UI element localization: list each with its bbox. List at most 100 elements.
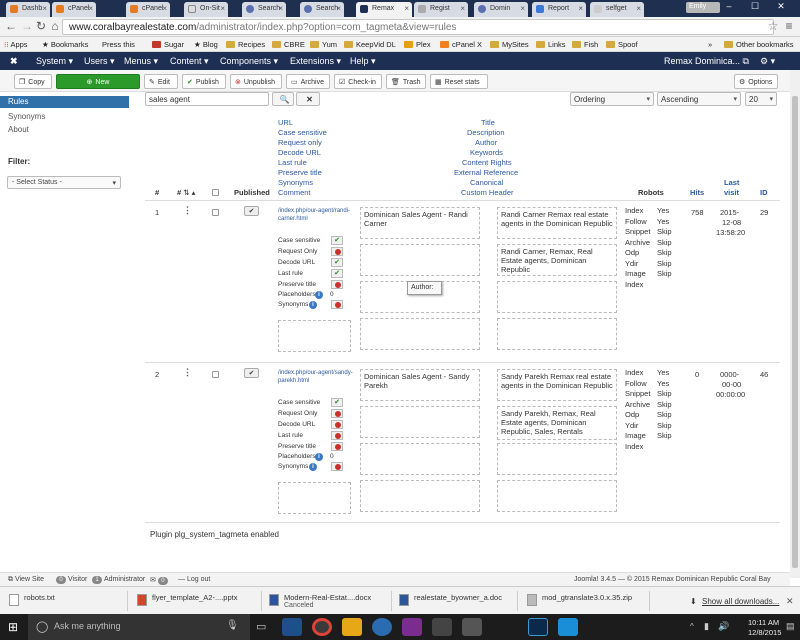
limit-select[interactable]: 20 ▾: [745, 92, 777, 106]
menu-system[interactable]: System ▾: [36, 56, 73, 67]
network-icon[interactable]: ▮: [704, 621, 709, 632]
row-checkbox[interactable]: [212, 209, 219, 216]
url-link[interactable]: /index.php/our-agent/randi-carner.html: [278, 207, 356, 223]
menu-users[interactable]: Users ▾: [84, 56, 115, 67]
published-toggle[interactable]: ✔: [244, 368, 259, 378]
col-sort[interactable]: # ⇅ ▴: [177, 188, 195, 197]
custom-header-field[interactable]: [497, 480, 617, 512]
chrome-icon[interactable]: [312, 618, 332, 636]
bookmark-cbre[interactable]: CBRE: [272, 40, 305, 49]
reset-stats-button[interactable]: ▦ Reset stats: [430, 74, 488, 89]
content-rights-field[interactable]: [360, 443, 480, 475]
bookmark-star-icon[interactable]: ☆: [766, 19, 780, 33]
close-tab-icon[interactable]: ×: [404, 4, 409, 13]
sort-hits[interactable]: Hits: [690, 188, 704, 197]
sidebar-item-about[interactable]: About: [8, 125, 29, 134]
bookmark-press-this[interactable]: Press this: [102, 40, 135, 49]
sort-case-sensitive[interactable]: Case sensitive: [278, 128, 327, 137]
settings-app-icon[interactable]: [558, 618, 578, 636]
author-field[interactable]: [360, 244, 480, 276]
back-icon[interactable]: ←: [4, 19, 18, 33]
sort-last-visit-1[interactable]: Last: [724, 178, 739, 187]
show-all-downloads-link[interactable]: Show all downloads...: [702, 597, 779, 606]
sort-comment[interactable]: Comment: [278, 188, 311, 197]
case-sensitive-toggle[interactable]: ✔: [331, 236, 343, 245]
drag-handle-icon[interactable]: ⋮: [183, 205, 192, 216]
ordering-select[interactable]: Ordering ▾: [570, 92, 654, 106]
sidebar-item-synonyms[interactable]: Synonyms: [8, 112, 45, 121]
bookmark-bookmarks[interactable]: ★ Bookmarks: [42, 40, 88, 49]
request-only-toggle[interactable]: [331, 247, 343, 256]
chrome-menu-icon[interactable]: ≡: [782, 19, 796, 33]
canonical-field[interactable]: [360, 480, 480, 512]
download-item[interactable]: flyer_template_A2-....pptx: [134, 591, 262, 611]
col-published[interactable]: Published: [234, 188, 270, 197]
close-tab-icon[interactable]: ×: [578, 4, 583, 13]
bookmark-blog[interactable]: ★ Blog: [194, 40, 218, 49]
published-toggle[interactable]: ✔: [244, 206, 259, 216]
new-button[interactable]: ⊕ New: [56, 74, 140, 89]
browser-tab[interactable]: cPanel ×: [126, 2, 170, 17]
joomla-logo-icon[interactable]: ✖: [10, 56, 18, 67]
description-field[interactable]: Randi Carner Remax real estate agents in…: [497, 207, 617, 239]
clock-date[interactable]: 12/8/2015: [748, 628, 781, 637]
scrollbar-thumb[interactable]: [792, 96, 798, 568]
sort-content-rights[interactable]: Content Rights: [462, 158, 512, 167]
browser-tab[interactable]: Search ×: [300, 2, 344, 17]
keywords-field[interactable]: Sandy Parekh, Remax, Real Estate agents,…: [497, 406, 617, 440]
menu-components[interactable]: Components ▾: [220, 56, 278, 67]
sort-url[interactable]: URL: [278, 118, 293, 127]
info-icon[interactable]: i: [309, 301, 317, 309]
maximize-icon[interactable]: ☐: [744, 1, 766, 15]
forward-icon[interactable]: →: [20, 19, 34, 33]
copy-button[interactable]: ❐ Copy: [14, 74, 52, 89]
bookmark-links[interactable]: Links: [536, 40, 566, 49]
browser-tab[interactable]: selfget ×: [590, 2, 644, 17]
bookmark-sugar[interactable]: Sugar: [152, 40, 184, 49]
sort-title[interactable]: Title: [481, 118, 495, 127]
windows-start-icon[interactable]: ⊞: [8, 620, 18, 634]
home-icon[interactable]: ⌂: [48, 19, 62, 33]
info-icon[interactable]: i: [309, 463, 317, 471]
bookmark-apps[interactable]: ⁝⁝ Apps: [4, 40, 28, 49]
close-tab-icon[interactable]: ×: [42, 4, 47, 13]
decode-url-toggle[interactable]: ✔: [331, 258, 343, 267]
canonical-field[interactable]: [360, 318, 480, 350]
bookmark-plex[interactable]: Plex: [404, 40, 431, 49]
notifications-icon[interactable]: ▤: [786, 621, 795, 632]
browser-tab[interactable]: Search ×: [242, 2, 286, 17]
browser-tab[interactable]: Dashb ×: [6, 2, 50, 17]
visitors-link[interactable]: 0 Visitor: [54, 576, 87, 584]
bookmark-yum[interactable]: Yum: [310, 40, 337, 49]
url-field[interactable]: www.coralbayrealestate.com/administrator…: [62, 19, 774, 35]
download-item[interactable]: robots.txt: [6, 591, 128, 611]
status-filter-select[interactable]: - Select Status - ▾: [7, 176, 121, 189]
menu-menus[interactable]: Menus ▾: [124, 56, 158, 67]
drag-handle-icon[interactable]: ⋮: [183, 367, 192, 378]
sort-synonyms[interactable]: Synonyms: [278, 178, 313, 187]
close-window-icon[interactable]: ✕: [770, 1, 792, 15]
sort-custom-header[interactable]: Custom Header: [461, 188, 514, 197]
case-sensitive-toggle[interactable]: ✔: [331, 398, 343, 407]
download-item[interactable]: mod_gtranslate3.0.x.35.zip: [524, 591, 650, 611]
view-site-link[interactable]: ⧉ View Site: [8, 576, 44, 584]
sort-external-reference[interactable]: External Reference: [454, 168, 518, 177]
file-explorer-icon[interactable]: [342, 618, 362, 636]
synonyms-toggle[interactable]: [331, 300, 343, 309]
sort-last-rule[interactable]: Last rule: [278, 158, 307, 167]
comment-field[interactable]: [278, 482, 351, 514]
unpublish-button[interactable]: ⊗ Unpublish: [230, 74, 282, 89]
clock-time[interactable]: 10:11 AM: [748, 618, 779, 627]
close-tab-icon[interactable]: ×: [636, 4, 641, 13]
search-input[interactable]: sales agent: [145, 92, 269, 106]
direction-select[interactable]: Ascending ▾: [657, 92, 741, 106]
close-tab-icon[interactable]: ×: [520, 4, 525, 13]
microphone-icon[interactable]: 🎙: [226, 620, 239, 631]
close-tab-icon[interactable]: ×: [336, 4, 341, 13]
sort-author[interactable]: Author: [475, 138, 497, 147]
preserve-title-toggle[interactable]: [331, 442, 343, 451]
sort-description[interactable]: Description: [467, 128, 505, 137]
reload-icon[interactable]: ↻: [34, 19, 48, 33]
bookmark-recipes[interactable]: Recipes: [226, 40, 265, 49]
search-button[interactable]: 🔍: [272, 92, 294, 106]
